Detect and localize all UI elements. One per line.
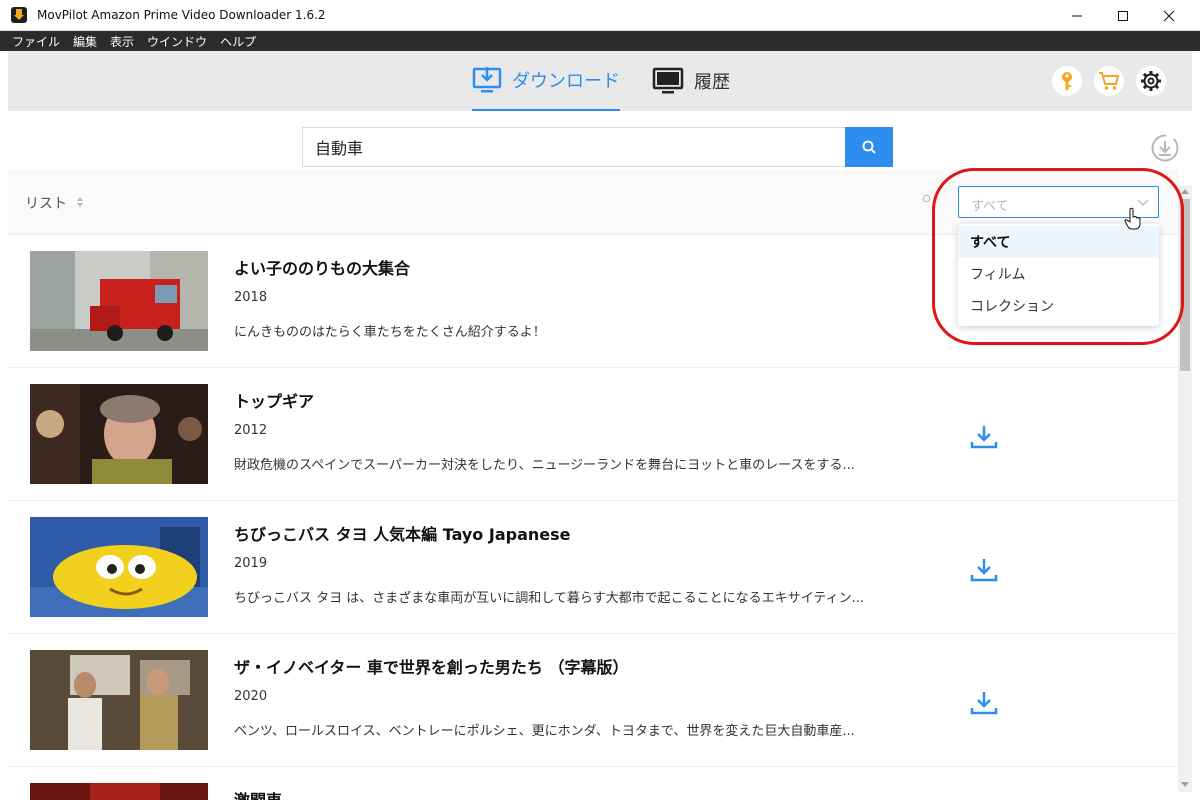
hand-cursor-icon [1124, 207, 1141, 230]
download-queue-icon[interactable] [1150, 133, 1180, 163]
row-title[interactable]: ザ・イノベイター 車で世界を創った男たち （字幕版） [234, 654, 629, 678]
search-icon [862, 140, 876, 154]
thumbnail [30, 650, 208, 750]
menu-help[interactable]: ヘルプ [220, 33, 256, 50]
window-title: MovPilot Amazon Prime Video Downloader 1… [37, 8, 326, 22]
register-key-button[interactable] [1052, 66, 1082, 96]
highlight-annotation [932, 168, 1184, 345]
row-description: 財政危機のスペインでスーパーカー対決をしたり、ニュージーランドを舞台にヨットと車… [234, 458, 855, 473]
download-icon[interactable] [970, 557, 998, 583]
thumbnail [30, 783, 208, 800]
scroll-down-arrow-icon[interactable] [1181, 782, 1189, 787]
maximize-icon [1118, 10, 1128, 21]
minimize-icon [1072, 15, 1082, 16]
header: ダウンロード 履歴 [8, 51, 1192, 111]
thumbnail-image [30, 517, 208, 617]
row-title[interactable]: 激闘車 [234, 787, 282, 800]
cart-button[interactable] [1094, 66, 1124, 96]
monitor-icon [652, 67, 684, 94]
maximize-button[interactable] [1100, 0, 1146, 31]
menu-edit[interactable]: 編集 [73, 33, 97, 50]
window-border-right [1192, 51, 1200, 800]
tab-download-label: ダウンロード [512, 71, 620, 92]
menu-window[interactable]: ウインドウ [147, 33, 207, 50]
list-item: ザ・イノベイター 車で世界を創った男たち （字幕版） 2020 ベンツ、ロールス… [8, 634, 1178, 767]
sort-icon[interactable] [76, 195, 84, 209]
menu-view[interactable]: 表示 [110, 33, 134, 50]
menu-file[interactable]: ファイル [12, 33, 60, 50]
row-year: 2018 [234, 290, 268, 305]
settings-button[interactable] [1136, 66, 1166, 96]
minimize-button[interactable] [1054, 0, 1100, 31]
thumbnail-image [30, 650, 208, 750]
search-button[interactable] [845, 127, 893, 167]
row-title[interactable]: ちびっこバス タヨ 人気本編 Tayo Japanese [234, 521, 570, 545]
key-icon [1062, 72, 1072, 90]
search-input[interactable] [302, 127, 846, 167]
thumbnail-image [30, 384, 208, 484]
download-icon[interactable] [970, 690, 998, 716]
thumbnail [30, 517, 208, 617]
row-description: ちびっこバス タヨ は、さまざまな車両が互いに調和して暮らす大都市で起こることに… [234, 591, 864, 606]
row-year: 2019 [234, 556, 268, 571]
close-button[interactable] [1146, 0, 1192, 31]
close-icon [1163, 10, 1175, 21]
menu-bar: ファイル 編集 表示 ウインドウ ヘルプ [0, 31, 1200, 51]
row-title[interactable]: トップギア [234, 388, 314, 412]
row-year: 2020 [234, 689, 268, 704]
tab-download[interactable]: ダウンロード [472, 51, 620, 111]
thumbnail [30, 251, 208, 351]
window-border-left [0, 51, 8, 800]
row-year: 2012 [234, 423, 268, 438]
list-item: 激闘車 [8, 767, 1178, 800]
row-title[interactable]: よい子ののりもの大集合 [234, 255, 410, 279]
gear-icon [1141, 71, 1161, 91]
thumbnail-image [30, 251, 208, 351]
row-description: ベンツ、ロールスロイス、ベントレーにポルシェ、更にホンダ、トヨタまで、世界を変え… [234, 724, 855, 739]
filter-search-icon [922, 194, 931, 203]
list-label[interactable]: リスト [25, 193, 67, 213]
title-bar: MovPilot Amazon Prime Video Downloader 1… [0, 0, 1200, 31]
tab-history-label: 履歴 [694, 72, 730, 93]
thumbnail-image [30, 783, 208, 800]
scroll-up-arrow-icon[interactable] [1181, 189, 1189, 194]
list-item: トップギア 2012 財政危機のスペインでスーパーカー対決をしたり、ニュージーラ… [8, 368, 1178, 501]
list-item: ちびっこバス タヨ 人気本編 Tayo Japanese 2019 ちびっこバス… [8, 501, 1178, 634]
cart-icon [1099, 72, 1120, 90]
download-monitor-icon [472, 67, 502, 93]
row-description: にんきもののはたらく車たちをたくさん紹介するよ！ [234, 325, 546, 340]
thumbnail [30, 384, 208, 484]
tab-history[interactable]: 履歴 [652, 51, 752, 111]
download-icon[interactable] [970, 424, 998, 450]
app-logo-icon [11, 7, 27, 23]
